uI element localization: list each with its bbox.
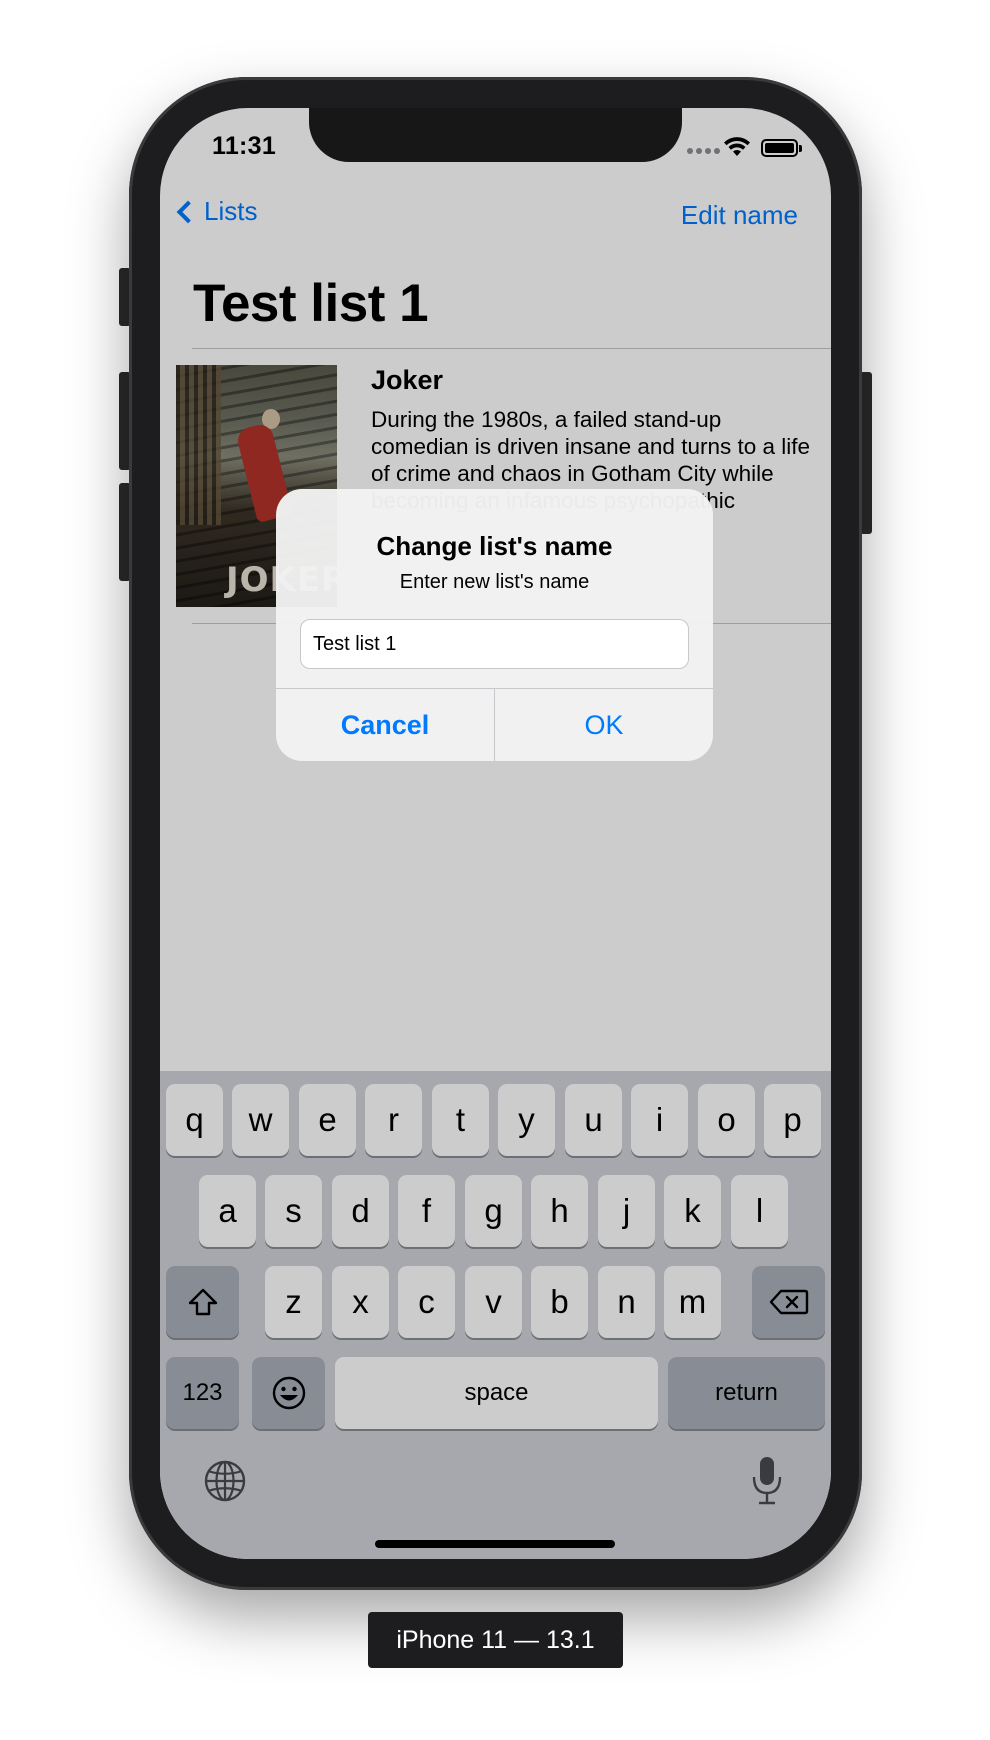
rename-alert-dialog: Change list's name Enter new list's name… bbox=[276, 489, 713, 761]
alert-message: Enter new list's name bbox=[399, 571, 590, 593]
home-indicator[interactable] bbox=[375, 1540, 615, 1548]
list-name-input[interactable] bbox=[300, 619, 689, 669]
ok-button[interactable]: OK bbox=[495, 689, 713, 761]
modal-dim-overlay bbox=[160, 108, 831, 1559]
alert-title: Change list's name bbox=[376, 531, 613, 561]
device-screen: 11:31 Lists Edit name Test list 1 JOKER … bbox=[160, 108, 831, 1559]
cancel-button[interactable]: Cancel bbox=[276, 689, 494, 761]
device-label: iPhone 11 — 13.1 bbox=[368, 1612, 623, 1668]
